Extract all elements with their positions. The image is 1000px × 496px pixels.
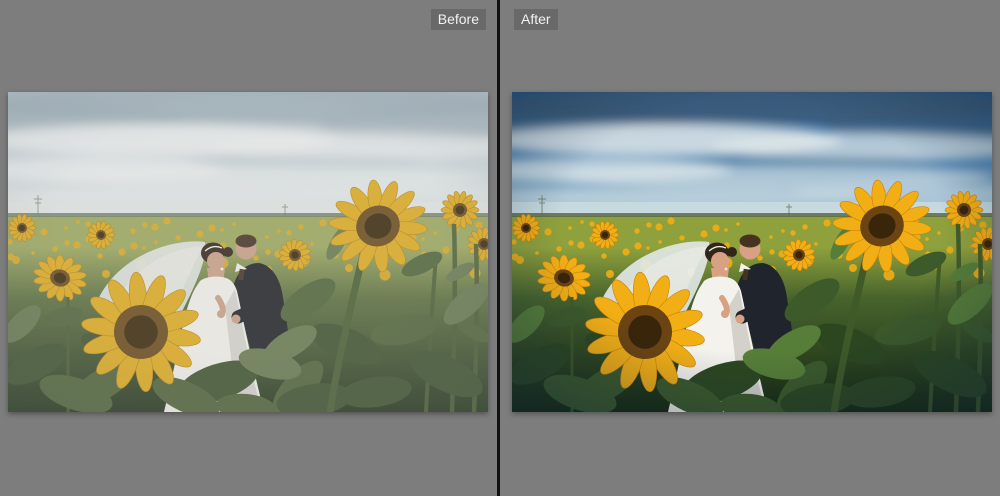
sunflower-field-photo (512, 92, 992, 412)
after-label: After (514, 9, 558, 30)
pane-divider (497, 0, 500, 496)
sunflower-field-photo (8, 92, 488, 412)
before-after-stage: Before After (0, 0, 1000, 496)
after-photo[interactable] (512, 92, 992, 412)
before-photo[interactable] (8, 92, 488, 412)
before-label: Before (431, 9, 486, 30)
